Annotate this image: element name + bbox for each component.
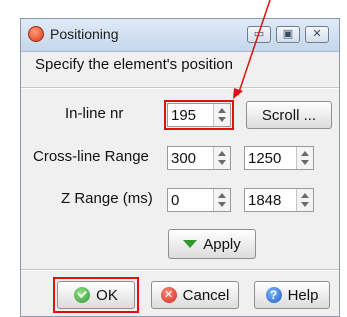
scroll-button[interactable]: Scroll ... [246,101,332,129]
separator-top [21,87,339,89]
inline-label: In-line nr [65,105,124,122]
title-bar: Positioning ▭ ▣ ✕ [21,19,339,52]
help-icon: ? [265,287,282,303]
spin-down-icon[interactable] [218,160,226,165]
spin-down-icon[interactable] [218,202,226,207]
zrange-to-spinner[interactable]: 1848 [244,188,314,212]
crossline-from-spin-arrows[interactable] [213,147,230,169]
zrange-from-spin-arrows[interactable] [213,189,230,211]
zrange-from-spinner[interactable]: 0 [167,188,231,212]
cancel-icon: ✕ [160,287,177,303]
spin-up-icon[interactable] [218,151,226,156]
zrange-to-spin-arrows[interactable] [296,189,313,211]
crossline-label: Cross-line Range [33,148,149,165]
minimize-button[interactable]: ▭ [247,26,271,43]
crossline-from-value: 300 [171,150,197,167]
cancel-label: Cancel [182,286,230,304]
close-button[interactable]: ✕ [305,26,329,43]
separator-bottom [21,269,339,271]
dialog-subtitle: Specify the element's position [35,56,233,73]
spin-up-icon[interactable] [301,193,309,198]
window-title: Positioning [50,26,119,42]
crossline-to-spinner[interactable]: 1250 [244,146,314,170]
app-icon [28,26,44,42]
arrow-down-icon [183,240,198,248]
apply-button[interactable]: Apply [168,229,256,259]
apply-label: Apply [203,235,241,253]
maximize-button[interactable]: ▣ [276,26,300,43]
zrange-to-value: 1848 [248,192,282,209]
inline-highlight-box [164,100,234,130]
spin-down-icon[interactable] [301,160,309,165]
crossline-to-value: 1250 [248,150,282,167]
cancel-button[interactable]: ✕ Cancel [151,281,239,309]
spin-up-icon[interactable] [218,193,226,198]
zrange-label: Z Range (ms) [61,190,153,207]
crossline-from-spinner[interactable]: 300 [167,146,231,170]
ok-highlight-box [53,277,139,313]
crossline-to-spin-arrows[interactable] [296,147,313,169]
help-button[interactable]: ? Help [254,281,330,309]
positioning-dialog: Positioning ▭ ▣ ✕ Specify the element's … [20,18,340,317]
spin-down-icon[interactable] [301,202,309,207]
help-label: Help [287,286,319,304]
zrange-from-value: 0 [171,192,180,209]
spin-up-icon[interactable] [301,151,309,156]
